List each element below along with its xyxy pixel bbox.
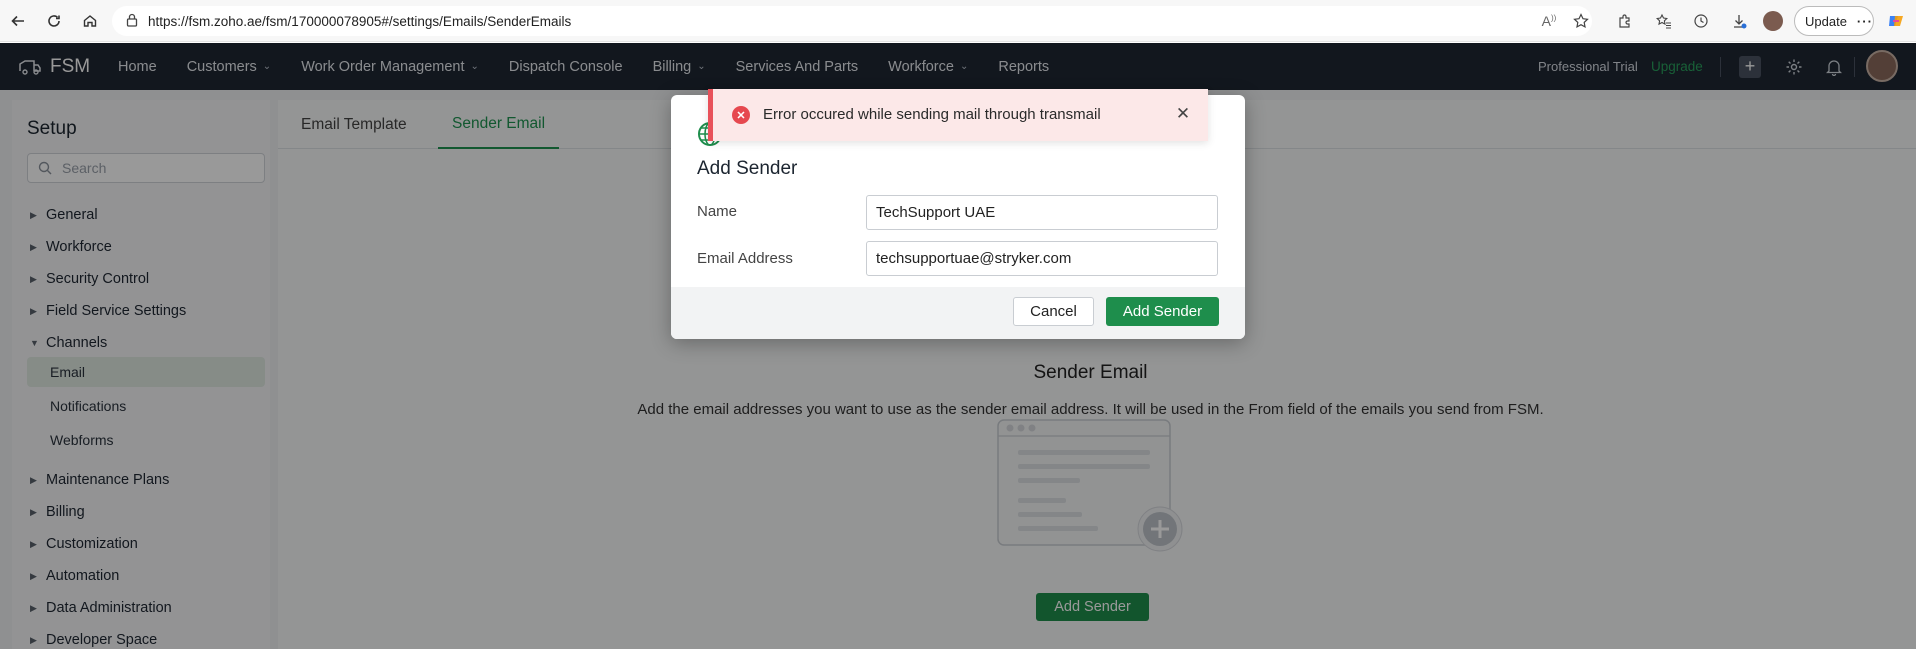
url-text: https://fsm.zoho.ae/fsm/170000078905#/se… — [148, 13, 572, 29]
copilot-icon[interactable] — [1884, 0, 1908, 42]
email-address-label: Email Address — [697, 250, 793, 267]
name-input[interactable] — [866, 195, 1218, 230]
refresh-icon[interactable] — [36, 0, 72, 42]
dialog-title: Add Sender — [697, 158, 798, 179]
close-icon[interactable]: ✕ — [1172, 103, 1194, 125]
favorite-star-icon[interactable] — [1570, 0, 1592, 42]
name-label: Name — [697, 203, 738, 220]
more-options-icon[interactable]: ··· — [1857, 14, 1873, 29]
update-label: Update — [1805, 13, 1847, 29]
extensions-icon[interactable] — [1614, 0, 1636, 42]
error-toast: ✕ Error occured while sending mail throu… — [708, 89, 1208, 141]
browser-toolbar: https://fsm.zoho.ae/fsm/170000078905#/se… — [0, 0, 1916, 42]
dialog-footer: Cancel Add Sender — [671, 287, 1245, 339]
downloads-icon[interactable] — [1728, 0, 1750, 42]
favorites-list-icon[interactable] — [1653, 0, 1675, 42]
history-icon[interactable] — [1690, 0, 1712, 42]
home-icon[interactable] — [72, 0, 108, 42]
read-aloud-icon[interactable]: A)) — [1538, 0, 1560, 42]
address-bar[interactable]: https://fsm.zoho.ae/fsm/170000078905#/se… — [112, 6, 1592, 36]
lock-icon — [126, 13, 138, 30]
profile-avatar-icon[interactable] — [1762, 0, 1784, 42]
toast-message: Error occured while sending mail through… — [763, 106, 1101, 123]
email-address-input[interactable] — [866, 241, 1218, 276]
toast-accent-bar — [708, 89, 713, 141]
error-x-icon: ✕ — [732, 106, 750, 124]
cancel-button[interactable]: Cancel — [1013, 297, 1094, 326]
add-sender-submit-button[interactable]: Add Sender — [1106, 297, 1219, 326]
update-button[interactable]: Update ··· — [1794, 6, 1874, 36]
back-arrow-icon[interactable] — [0, 0, 36, 42]
